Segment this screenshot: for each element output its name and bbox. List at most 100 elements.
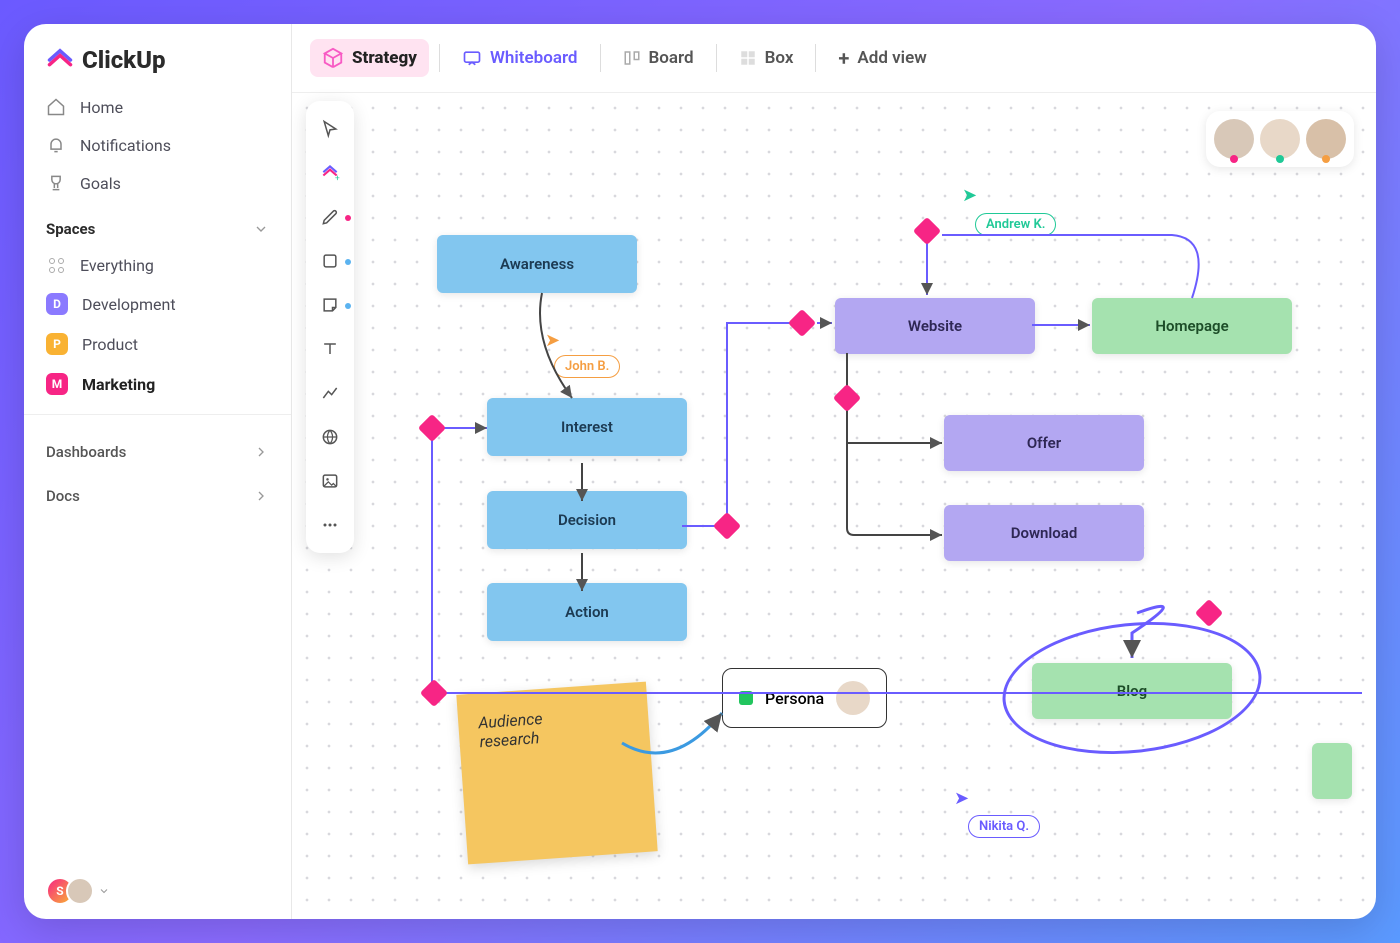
- spaces-header[interactable]: Spaces: [24, 202, 291, 246]
- tab-box[interactable]: Box: [727, 40, 806, 76]
- space-product[interactable]: P Product: [24, 324, 291, 364]
- pen-icon: [320, 207, 340, 227]
- home-icon: [46, 97, 66, 117]
- tab-strategy[interactable]: Strategy: [310, 39, 429, 77]
- avatar: [1260, 119, 1300, 159]
- user-chip-john: John B.: [554, 355, 620, 378]
- trophy-icon: [46, 173, 66, 193]
- tool-web[interactable]: [312, 419, 348, 455]
- box-icon: [739, 49, 757, 67]
- node-offer[interactable]: Offer: [944, 415, 1144, 471]
- svg-text:+: +: [335, 174, 340, 184]
- node-download[interactable]: Download: [944, 505, 1144, 561]
- image-icon: [320, 471, 340, 491]
- space-label: Product: [82, 335, 138, 354]
- user-chip-andrew: Andrew K.: [975, 213, 1056, 236]
- connector-diamond[interactable]: [913, 217, 941, 245]
- nav-notifications[interactable]: Notifications: [24, 126, 291, 164]
- chevron-right-icon: [253, 488, 269, 504]
- ellipsis-icon: [320, 515, 340, 535]
- node-awareness[interactable]: Awareness: [437, 235, 637, 293]
- nav-notifications-label: Notifications: [80, 136, 171, 155]
- docs-label: Docs: [46, 487, 80, 505]
- sticky-note[interactable]: Audience research: [456, 682, 657, 865]
- connector-diamond[interactable]: [418, 414, 446, 442]
- space-everything[interactable]: Everything: [24, 246, 291, 284]
- docs-section[interactable]: Docs: [24, 469, 291, 513]
- cursor-icon: ➤: [954, 788, 969, 809]
- text-icon: [320, 339, 340, 359]
- space-label: Development: [82, 295, 176, 314]
- connector-diamond[interactable]: [713, 512, 741, 540]
- tab-whiteboard[interactable]: Whiteboard: [450, 40, 590, 76]
- space-badge: M: [46, 373, 68, 395]
- connector-icon: [320, 383, 340, 403]
- tab-label: Box: [765, 48, 794, 68]
- status-square-icon: [739, 691, 753, 705]
- connectors: [292, 93, 1376, 919]
- connector-diamond[interactable]: [420, 679, 448, 707]
- node-interest[interactable]: Interest: [487, 398, 687, 456]
- connector-diamond[interactable]: [833, 384, 861, 412]
- avatar: [836, 681, 870, 715]
- node-partial[interactable]: [1312, 743, 1352, 799]
- tool-text[interactable]: [312, 331, 348, 367]
- sticky-icon: [320, 295, 340, 315]
- space-development[interactable]: D Development: [24, 284, 291, 324]
- bell-icon: [46, 135, 66, 155]
- spaces-heading: Spaces: [46, 220, 95, 238]
- tool-shape[interactable]: [312, 243, 348, 279]
- avatar: [66, 877, 94, 905]
- node-website[interactable]: Website: [835, 298, 1035, 354]
- nav-home-label: Home: [80, 98, 123, 117]
- space-badge: D: [46, 293, 68, 315]
- tab-label: Whiteboard: [490, 48, 578, 68]
- globe-icon: [320, 427, 340, 447]
- sidebar: ClickUp Home Notifications Goals Spaces …: [24, 24, 292, 919]
- node-homepage[interactable]: Homepage: [1092, 298, 1292, 354]
- node-action[interactable]: Action: [487, 583, 687, 641]
- nav-goals[interactable]: Goals: [24, 164, 291, 202]
- nav-home[interactable]: Home: [24, 88, 291, 126]
- tool-image[interactable]: [312, 463, 348, 499]
- board-icon: [623, 49, 641, 67]
- space-marketing[interactable]: M Marketing: [24, 364, 291, 404]
- connector-diamond[interactable]: [788, 309, 816, 337]
- cursor-icon: ➤: [962, 185, 977, 206]
- space-badge: P: [46, 333, 68, 355]
- brand-name: ClickUp: [82, 46, 166, 74]
- space-label: Marketing: [82, 375, 155, 394]
- tool-more[interactable]: [312, 507, 348, 543]
- pointer-icon: [320, 119, 340, 139]
- dashboards-section[interactable]: Dashboards: [24, 425, 291, 469]
- footer-avatars[interactable]: S: [46, 877, 110, 905]
- brand-logo[interactable]: ClickUp: [24, 46, 291, 88]
- view-tabs: Strategy Whiteboard Board Box + Add view: [292, 24, 1376, 93]
- clickup-icon: +: [320, 163, 340, 183]
- chevron-down-icon: [98, 885, 110, 897]
- tab-board[interactable]: Board: [611, 40, 706, 76]
- cube-icon: [322, 47, 344, 69]
- cursor-icon: ➤: [545, 330, 560, 351]
- chevron-down-icon: [253, 221, 269, 237]
- connector-diamond[interactable]: [1195, 599, 1223, 627]
- main-area: Strategy Whiteboard Board Box + Add view: [292, 24, 1376, 919]
- tool-connector[interactable]: [312, 375, 348, 411]
- tool-sticky[interactable]: [312, 287, 348, 323]
- tool-pointer[interactable]: [312, 111, 348, 147]
- tool-pen[interactable]: [312, 199, 348, 235]
- collaborator-avatars[interactable]: [1206, 111, 1354, 167]
- hand-drawn-circle: [996, 610, 1268, 766]
- avatar: [1306, 119, 1346, 159]
- tab-label: Board: [649, 48, 694, 68]
- avatar: [1214, 119, 1254, 159]
- tool-rail: +: [306, 101, 354, 553]
- whiteboard-canvas[interactable]: +: [292, 93, 1376, 919]
- square-icon: [320, 251, 340, 271]
- persona-card[interactable]: Persona: [722, 668, 887, 728]
- tool-clickup[interactable]: +: [312, 155, 348, 191]
- plus-icon: +: [838, 46, 849, 70]
- whiteboard-icon: [462, 48, 482, 68]
- node-decision[interactable]: Decision: [487, 491, 687, 549]
- add-view-button[interactable]: + Add view: [826, 38, 938, 78]
